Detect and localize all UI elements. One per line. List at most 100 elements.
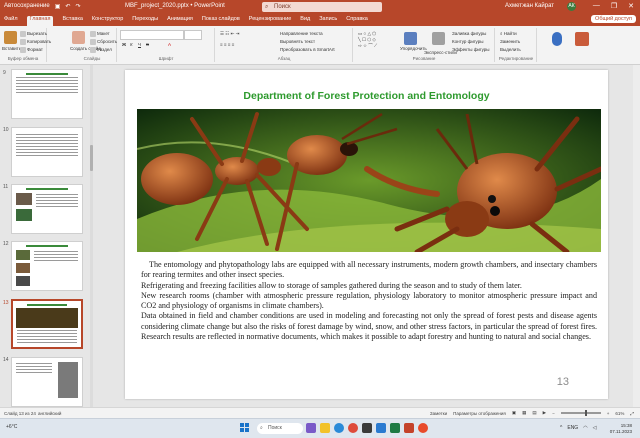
ant-photo[interactable] bbox=[137, 109, 601, 252]
new-slide-icon[interactable] bbox=[72, 31, 85, 44]
shape-outline-button[interactable]: Контур фигуры bbox=[452, 39, 483, 44]
copy-button[interactable]: Копировать bbox=[20, 39, 51, 45]
zoom-slider[interactable] bbox=[560, 410, 601, 416]
task-view-icon[interactable] bbox=[306, 423, 316, 433]
chrome-icon[interactable] bbox=[348, 423, 358, 433]
tab-item[interactable]: Анимация bbox=[167, 16, 193, 26]
align-icon[interactable]: ≡ ≡ ≡ ≡ bbox=[220, 42, 234, 47]
replace-button[interactable]: Заменить bbox=[500, 39, 520, 44]
section-button[interactable]: Раздел bbox=[90, 47, 112, 53]
tab-item[interactable]: Файл bbox=[4, 16, 18, 26]
slide-thumbnail[interactable] bbox=[11, 241, 83, 291]
undo-icon[interactable]: ↶ bbox=[65, 3, 70, 10]
app-icon[interactable] bbox=[418, 423, 428, 433]
fit-slide-icon[interactable]: ⤢ bbox=[630, 411, 634, 416]
paste-button[interactable]: Вставить bbox=[2, 46, 21, 51]
excel-icon[interactable] bbox=[390, 423, 400, 433]
shape-effects-button[interactable]: Эффекты фигуры bbox=[452, 47, 490, 52]
file-explorer-icon[interactable] bbox=[320, 423, 330, 433]
tab-item[interactable]: Показ слайдов bbox=[202, 16, 240, 26]
wifi-icon[interactable]: ◠ bbox=[583, 425, 587, 431]
language-indicator[interactable]: английский bbox=[38, 411, 61, 416]
chevron-up-icon[interactable]: ^ bbox=[560, 425, 562, 431]
arrange-button[interactable]: Упорядочить bbox=[400, 46, 427, 51]
slide-thumbnail[interactable] bbox=[11, 127, 83, 177]
slide[interactable]: Department of Forest Protection and Ento… bbox=[125, 70, 608, 399]
save-icon[interactable]: ▣ bbox=[55, 3, 61, 10]
search-box[interactable]: ⌕ Поиск bbox=[262, 2, 382, 12]
font-family-select[interactable] bbox=[120, 30, 184, 40]
align-text-button[interactable]: Выровнять текст bbox=[280, 39, 315, 44]
zoom-out-icon[interactable]: − bbox=[552, 411, 555, 416]
zoom-slider-thumb[interactable] bbox=[584, 410, 587, 416]
cut-button[interactable]: Вырезать bbox=[20, 31, 47, 37]
slide-thumbnail[interactable] bbox=[11, 184, 83, 234]
minimize-button[interactable]: — bbox=[593, 2, 600, 10]
quick-styles-icon[interactable] bbox=[432, 32, 445, 45]
tab-item[interactable]: Главная bbox=[26, 16, 54, 26]
user-name[interactable]: Ахметжан Кайрат bbox=[505, 3, 554, 9]
notes-button[interactable]: Заметки bbox=[430, 411, 447, 416]
tab-item[interactable]: Рецензирование bbox=[249, 16, 291, 26]
clock[interactable]: 15:38 07.11.2023 bbox=[610, 423, 632, 434]
designer-icon[interactable] bbox=[575, 32, 589, 46]
text-direction-button[interactable]: Направление текста bbox=[280, 31, 323, 36]
slideshow-icon[interactable]: ▶ bbox=[543, 410, 546, 416]
taskbar-search[interactable]: ⌕ Поиск bbox=[257, 423, 303, 434]
normal-view-icon[interactable]: ▣ bbox=[512, 410, 516, 416]
bullets-icon[interactable]: ☰ ☷ ⇤ ⇥ bbox=[220, 31, 239, 37]
slide-scrollbar[interactable] bbox=[633, 65, 640, 407]
edge-icon[interactable] bbox=[334, 423, 344, 433]
volume-icon[interactable]: ◁ bbox=[593, 425, 597, 431]
avatar[interactable]: АК bbox=[567, 2, 576, 11]
maximize-button[interactable]: ❐ bbox=[611, 2, 617, 10]
tray-language[interactable]: ENG bbox=[567, 425, 578, 431]
tab-item[interactable]: Справка bbox=[346, 16, 368, 26]
font-color-icon[interactable]: A bbox=[168, 42, 171, 47]
redo-icon[interactable]: ↷ bbox=[75, 3, 80, 10]
display-settings-button[interactable]: Параметры отображения bbox=[453, 411, 506, 416]
zoom-in-icon[interactable]: + bbox=[607, 411, 610, 416]
format-painter-button[interactable]: Формат bbox=[20, 47, 43, 53]
windows-start-icon[interactable] bbox=[240, 423, 250, 433]
reset-button[interactable]: Сбросить bbox=[90, 39, 117, 45]
slide-title[interactable]: Department of Forest Protection and Ento… bbox=[125, 90, 608, 102]
thumb-number: 11 bbox=[3, 184, 9, 190]
bold-button[interactable]: Ж bbox=[122, 42, 126, 47]
paste-icon[interactable] bbox=[4, 31, 17, 44]
slide-thumbnail-active[interactable] bbox=[11, 299, 83, 349]
underline-button[interactable]: Ч bbox=[138, 42, 141, 47]
word-icon[interactable] bbox=[376, 423, 386, 433]
ribbon: Вставить Вырезать Копировать Формат Буфе… bbox=[0, 26, 640, 65]
powerpoint-icon[interactable] bbox=[404, 423, 414, 433]
find-button[interactable]: ⌕ Найти bbox=[500, 31, 517, 36]
sorter-view-icon[interactable]: ▦ bbox=[522, 410, 526, 416]
store-icon[interactable] bbox=[362, 423, 372, 433]
slide-thumbnail[interactable] bbox=[11, 69, 83, 119]
slide-body-text[interactable]: The entomology and phytopathology labs a… bbox=[141, 260, 597, 342]
strikethrough-button[interactable]: S bbox=[146, 42, 149, 47]
autosave-toggle[interactable]: Автосохранение bbox=[4, 3, 50, 10]
microphone-icon[interactable] bbox=[552, 32, 562, 46]
shapes-icon[interactable]: ▭ ○ △ ⬠ ╲ ☐ ⬡ ◇ ⇨ ☆ ⌒ ⟋ bbox=[358, 31, 377, 49]
smartart-button[interactable]: Преобразовать в SmartArt bbox=[280, 47, 335, 52]
font-size-select[interactable] bbox=[184, 30, 202, 40]
arrange-icon[interactable] bbox=[404, 32, 417, 45]
reset-icon bbox=[90, 39, 96, 45]
tab-item[interactable]: Вставка bbox=[62, 16, 82, 26]
slide-thumbnail[interactable] bbox=[11, 357, 83, 407]
reading-view-icon[interactable]: ▤ bbox=[532, 410, 536, 416]
italic-button[interactable]: К bbox=[130, 42, 133, 47]
tab-item[interactable]: Конструктор bbox=[92, 16, 123, 26]
select-button[interactable]: Выделить bbox=[500, 47, 521, 52]
ant-illustration bbox=[137, 109, 601, 252]
share-button[interactable]: Общий доступ bbox=[591, 15, 636, 23]
layout-button[interactable]: Макет bbox=[90, 31, 110, 37]
tab-item[interactable]: Вид bbox=[300, 16, 310, 26]
close-button[interactable]: ✕ bbox=[628, 2, 634, 10]
zoom-level[interactable]: 61% bbox=[615, 411, 624, 416]
weather-widget[interactable]: +6°C bbox=[6, 424, 17, 430]
tab-item[interactable]: Запись bbox=[319, 16, 337, 26]
shape-fill-button[interactable]: Заливка фигуры bbox=[452, 31, 486, 36]
tab-item[interactable]: Переходы bbox=[132, 16, 158, 26]
